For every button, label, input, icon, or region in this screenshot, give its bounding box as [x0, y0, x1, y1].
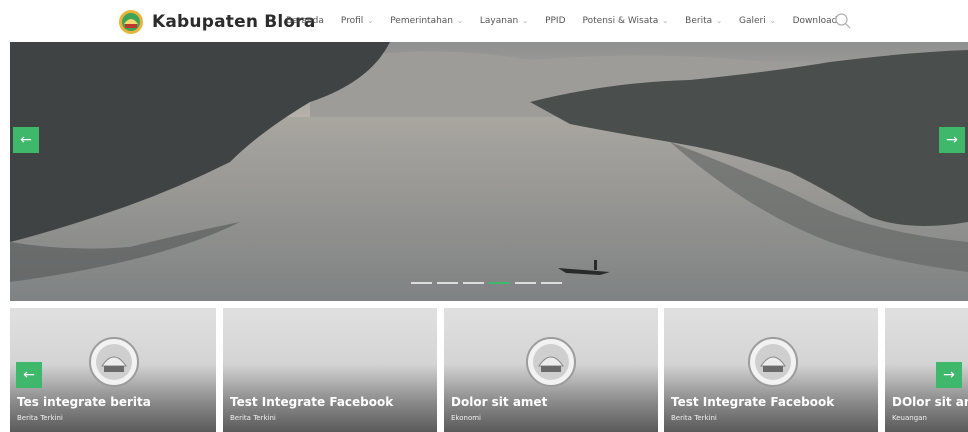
nav-item-profil[interactable]: Profil ⌄ [341, 16, 373, 26]
news-card-title[interactable]: Test Integrate Facebook [671, 395, 834, 409]
search-icon[interactable] [834, 12, 852, 30]
chevron-down-icon: ⌄ [662, 17, 669, 25]
news-card[interactable]: Test Integrate Facebook Berita Terkini [223, 308, 437, 432]
nav-item-pemerintahan[interactable]: Pemerintahan ⌄ [390, 16, 463, 26]
news-card-category[interactable]: Berita Terkini [17, 414, 63, 422]
nav-item-galeri[interactable]: Galeri ⌄ [739, 16, 776, 26]
blora-logo-icon [118, 9, 144, 35]
blora-emblem-icon [526, 337, 576, 387]
hero-next-button[interactable]: → [939, 127, 965, 153]
slider-dot[interactable] [411, 282, 432, 284]
chevron-down-icon: ⌄ [457, 17, 463, 25]
news-card[interactable]: Test Integrate Facebook Berita Terkini [664, 308, 878, 432]
blora-emblem-icon [748, 337, 798, 387]
news-card-category[interactable]: Berita Terkini [230, 414, 276, 422]
slider-dot[interactable] [463, 282, 484, 284]
main-nav: Beranda Profil ⌄ Pemerintahan ⌄ Layanan ⌄ P… [286, 0, 854, 42]
news-card-category[interactable]: Berita Terkini [671, 414, 717, 422]
nav-item-download[interactable]: Download [793, 16, 838, 26]
chevron-down-icon: ⌄ [716, 17, 722, 25]
slider-dot[interactable] [437, 282, 458, 284]
nav-item-berita[interactable]: Berita ⌄ [685, 16, 722, 26]
hero-slider[interactable]: ← → [10, 42, 968, 301]
nav-item-potensi-wisata[interactable]: Potensi & Wisata ⌄ [583, 16, 669, 26]
hero-prev-button[interactable]: ← [13, 127, 39, 153]
news-card-title[interactable]: Test Integrate Facebook [230, 395, 393, 409]
slider-pagination [411, 282, 567, 284]
nav-item-ppid[interactable]: PPID [545, 16, 565, 26]
news-card-title[interactable]: DOlor sit amet [892, 395, 968, 409]
news-card-title[interactable]: Dolor sit amet [451, 395, 547, 409]
news-card-title[interactable]: Tes integrate berita [17, 395, 151, 409]
news-card-category[interactable]: Ekonomi [451, 414, 481, 422]
blora-emblem-icon [89, 337, 139, 387]
news-next-button[interactable]: → [936, 362, 962, 388]
chevron-down-icon: ⌄ [769, 17, 776, 25]
news-carousel: Tes integrate berita Berita Terkini Test… [0, 308, 968, 432]
nav-item-beranda[interactable]: Beranda [286, 16, 324, 26]
news-card-category[interactable]: Keuangan [892, 414, 927, 422]
chevron-down-icon: ⌄ [522, 17, 529, 25]
slider-dot-active[interactable] [489, 282, 510, 284]
nav-item-layanan[interactable]: Layanan ⌄ [480, 16, 528, 26]
news-card[interactable]: Dolor sit amet Ekonomi [444, 308, 658, 432]
hero-landscape-image [10, 42, 968, 301]
news-prev-button[interactable]: ← [16, 362, 42, 388]
site-header: Kabupaten Blora Beranda Profil ⌄ Pemerint… [0, 0, 968, 42]
chevron-down-icon: ⌄ [367, 17, 374, 25]
slider-dot[interactable] [515, 282, 536, 284]
slider-dot[interactable] [541, 282, 562, 284]
